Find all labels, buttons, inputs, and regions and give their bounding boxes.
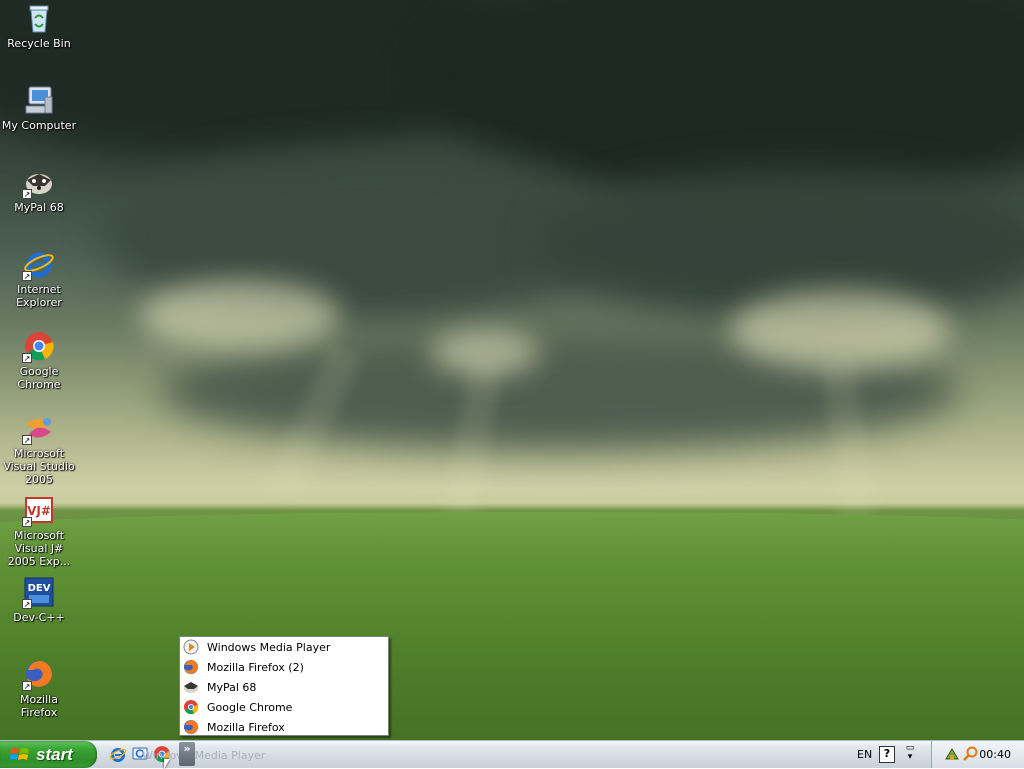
desktop-icon-my-computer[interactable]: My Computer xyxy=(0,84,78,132)
desktop-icon-recycle-bin[interactable]: Recycle Bin xyxy=(0,2,78,50)
chrome-icon: ↗ xyxy=(22,330,55,363)
menu-item-mypal[interactable]: MyPal 68 xyxy=(180,677,388,697)
desktop-icon-label: Microsoft Visual J# 2005 Exp... xyxy=(7,529,71,568)
quick-launch-internet-explorer-icon[interactable] xyxy=(109,745,127,763)
visual-jsharp-icon: VJ# ↗ xyxy=(22,494,55,527)
mypal-icon xyxy=(183,679,199,695)
windows-logo-icon xyxy=(9,746,30,764)
desktop-icon-devcpp[interactable]: DEV ↗ Dev-C++ xyxy=(0,576,78,624)
desktop-icon-mozilla-firefox[interactable]: ↗ Mozilla Firefox xyxy=(0,658,78,719)
desktop-icon-label: Dev-C++ xyxy=(13,611,65,624)
language-indicator[interactable]: EN xyxy=(857,748,872,761)
desktop-icon-internet-explorer[interactable]: ↗ Internet Explorer xyxy=(0,248,78,309)
desktop-icon-google-chrome[interactable]: ↗ Google Chrome xyxy=(0,330,78,391)
visual-studio-icon: ↗ xyxy=(22,412,55,445)
menu-item-label: Windows Media Player xyxy=(207,640,331,654)
network-icon[interactable] xyxy=(944,746,960,762)
desktop-wallpaper xyxy=(0,0,1024,740)
devcpp-icon: DEV ↗ xyxy=(22,576,55,609)
desktop-icon-label: My Computer xyxy=(1,119,77,132)
menu-item-mozilla-firefox[interactable]: Mozilla Firefox xyxy=(180,717,388,737)
mypal-icon: ↗ xyxy=(22,166,55,199)
menu-item-label: Mozilla Firefox (2) xyxy=(207,660,304,674)
desktop-icon-visual-studio[interactable]: ↗ Microsoft Visual Studio 2005 xyxy=(0,412,78,486)
desktop-icon-label: Google Chrome xyxy=(17,365,61,391)
system-tray: 00:40 xyxy=(931,741,1024,768)
quick-launch-overflow-button[interactable]: » xyxy=(179,742,195,766)
recycle-bin-icon xyxy=(23,2,55,34)
firefox-icon xyxy=(183,719,199,735)
desktop-icon-label: MyPal 68 xyxy=(14,201,64,214)
menu-item-label: Google Chrome xyxy=(207,700,293,714)
shortcut-arrow-icon: ↗ xyxy=(22,271,32,281)
svg-text:DEV: DEV xyxy=(28,583,51,594)
start-button[interactable]: start xyxy=(0,741,97,768)
shortcut-arrow-icon: ↗ xyxy=(22,189,32,199)
desktop-icon-label: Internet Explorer xyxy=(16,283,62,309)
internet-explorer-icon: ↗ xyxy=(22,248,55,281)
firefox-icon xyxy=(183,659,199,675)
desktop-icon-label: Microsoft Visual Studio 2005 xyxy=(3,447,75,486)
search-icon[interactable] xyxy=(962,746,978,762)
shortcut-arrow-icon: ↗ xyxy=(22,517,32,527)
menu-item-label: MyPal 68 xyxy=(207,680,257,694)
menu-item-google-chrome[interactable]: Google Chrome xyxy=(180,697,388,717)
shortcut-arrow-icon: ↗ xyxy=(22,681,32,691)
my-computer-icon xyxy=(23,84,55,116)
desktop-icon-label: Mozilla Firefox xyxy=(20,693,58,719)
firefox-icon: ↗ xyxy=(22,658,55,691)
menu-item-mozilla-firefox-2[interactable]: Mozilla Firefox (2) xyxy=(180,657,388,677)
taskbar-ghost-text: Windows Media Player xyxy=(142,749,266,762)
shortcut-arrow-icon: ↗ xyxy=(22,353,32,363)
quick-launch-overflow-menu: Windows Media Player Mozilla Firefox (2)… xyxy=(179,636,389,736)
desktop-icon-mypal[interactable]: ↗ MyPal 68 xyxy=(0,166,78,214)
menu-item-label: Mozilla Firefox xyxy=(207,720,285,734)
start-label: start xyxy=(36,744,73,764)
chrome-icon xyxy=(183,699,199,715)
clock[interactable]: 00:40 xyxy=(979,748,1011,761)
language-bar-options-icon[interactable]: ▭ ▾ xyxy=(903,744,917,764)
shortcut-arrow-icon: ↗ xyxy=(22,435,32,445)
menu-item-windows-media-player[interactable]: Windows Media Player xyxy=(180,637,388,657)
windows-media-player-icon xyxy=(183,639,199,655)
help-button[interactable]: ? xyxy=(879,746,895,763)
shortcut-arrow-icon: ↗ xyxy=(22,599,32,609)
svg-text:VJ#: VJ# xyxy=(27,504,51,518)
desktop-icon-visual-jsharp[interactable]: VJ# ↗ Microsoft Visual J# 2005 Exp... xyxy=(0,494,78,568)
desktop-icon-label: Recycle Bin xyxy=(7,37,71,50)
taskbar: start Windows Media Player » EN ? ▭ ▾ 00:… xyxy=(0,740,1024,768)
